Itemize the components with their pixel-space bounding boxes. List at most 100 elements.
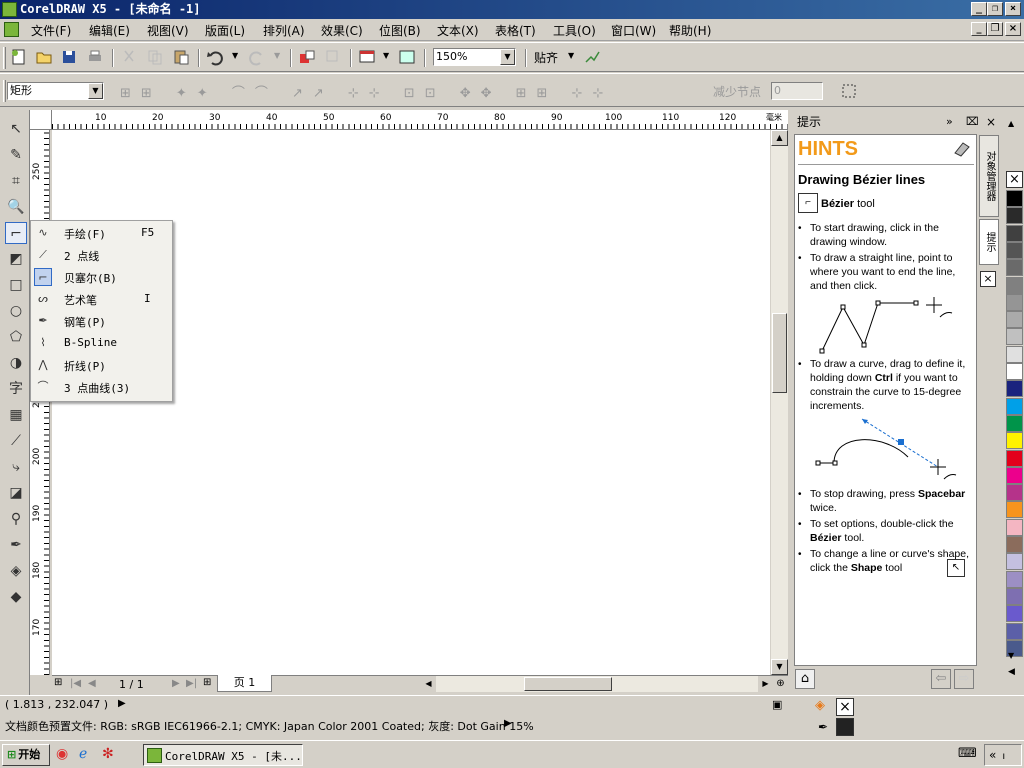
palette-swatch[interactable]: [1006, 414, 1023, 432]
smart-fill-tool-icon[interactable]: ◩: [5, 248, 27, 270]
prev-page-icon[interactable]: ◀: [88, 678, 96, 689]
menu-edit[interactable]: 编辑(E): [89, 22, 130, 39]
palette-swatch[interactable]: [1006, 224, 1023, 242]
fill-tool-icon[interactable]: ◈: [5, 560, 27, 582]
tab-hints[interactable]: 提示: [979, 219, 999, 265]
palette-swatch[interactable]: [1006, 363, 1023, 380]
close-docker-icon[interactable]: ×: [980, 271, 996, 287]
doc-close-button[interactable]: ×: [1005, 22, 1021, 36]
import-icon[interactable]: [298, 48, 316, 66]
docker-collapse-icon[interactable]: ⌧: [966, 112, 979, 132]
crop-tool-icon[interactable]: ⌗: [5, 170, 27, 192]
fill-none-swatch[interactable]: ×: [836, 698, 854, 716]
drawing-canvas[interactable]: [52, 130, 770, 675]
ie-icon[interactable]: ℯ: [79, 746, 87, 762]
new-icon[interactable]: [10, 48, 28, 66]
home-icon[interactable]: ⌂: [795, 669, 815, 689]
menu-view[interactable]: 视图(V): [147, 22, 189, 39]
add-page-after-icon[interactable]: ⊞: [203, 677, 211, 688]
palette-swatch[interactable]: [1006, 605, 1023, 623]
flyout-item-bezier[interactable]: ⌐ 贝塞尔(B): [31, 266, 173, 288]
palette-swatch[interactable]: [1006, 622, 1023, 640]
print-icon[interactable]: [86, 48, 104, 66]
scroll-left-icon[interactable]: ◀: [421, 676, 436, 692]
palette-swatch[interactable]: [1006, 241, 1023, 259]
open-icon[interactable]: [35, 48, 53, 66]
basic-shapes-tool-icon[interactable]: ◑: [5, 352, 27, 374]
palette-swatch[interactable]: [1006, 587, 1023, 605]
object-type-dropdown-icon[interactable]: ▼: [88, 83, 103, 99]
snap-dropdown-icon[interactable]: ▼: [568, 51, 574, 60]
app-quicklaunch-icon[interactable]: ✻: [102, 746, 114, 762]
palette-scroll-up-icon[interactable]: ▲: [1008, 119, 1014, 128]
menu-effects[interactable]: 效果(C): [321, 22, 363, 39]
options-icon[interactable]: [583, 48, 601, 66]
palette-swatch[interactable]: [1006, 207, 1023, 225]
palette-swatch[interactable]: [1006, 570, 1023, 588]
menu-table[interactable]: 表格(T): [495, 22, 536, 39]
flyout-item-two-point-line[interactable]: ⟋ 2 点线: [31, 244, 173, 266]
horizontal-scroll-thumb[interactable]: [524, 677, 612, 691]
rectangle-tool-icon[interactable]: □: [5, 274, 27, 296]
object-type-combo[interactable]: 矩形 ▼: [7, 82, 104, 100]
palette-swatch[interactable]: [1006, 293, 1023, 311]
save-icon[interactable]: [60, 48, 78, 66]
vertical-scrollbar[interactable]: ▲ ▼: [771, 130, 788, 675]
freehand-tool-icon[interactable]: ⌐: [5, 222, 27, 244]
navigator-icon[interactable]: ⊕: [773, 676, 788, 692]
first-page-icon[interactable]: |◀: [70, 678, 81, 689]
cut-icon[interactable]: [120, 48, 138, 66]
welcome-screen-icon[interactable]: [398, 48, 416, 66]
keyboard-tray-icon[interactable]: ⌨: [958, 746, 977, 761]
menu-tools[interactable]: 工具(O): [553, 22, 596, 39]
table-tool-icon[interactable]: ▦: [5, 404, 27, 426]
palette-expand-icon[interactable]: ◀: [1008, 667, 1015, 677]
polygon-tool-icon[interactable]: ⬠: [5, 326, 27, 348]
flyout-item-pen[interactable]: ✒ 钢笔(P): [31, 310, 173, 332]
flyout-item-artistic-media[interactable]: ᔕ 艺术笔 I: [31, 288, 173, 310]
pick-tool-icon[interactable]: ↖: [5, 118, 27, 140]
snap-to-button[interactable]: 贴齐: [534, 49, 558, 66]
chrome-icon[interactable]: ◉: [56, 746, 68, 762]
palette-swatch[interactable]: [1006, 484, 1023, 502]
flyout-item-polyline[interactable]: ⋀ 折线(P): [31, 354, 173, 376]
shape-tool-icon[interactable]: ✎: [5, 144, 27, 166]
minimize-button[interactable]: _: [971, 2, 987, 16]
palette-swatch[interactable]: [1006, 259, 1023, 277]
no-color-swatch[interactable]: ×: [1006, 171, 1023, 188]
redo-dropdown-icon[interactable]: ▼: [274, 51, 280, 60]
horizontal-ruler[interactable]: 10 20 30 40 50 60 70 80 90 100 110 120 毫…: [52, 110, 788, 130]
menu-file[interactable]: 文件(F): [31, 22, 71, 39]
vertical-ruler[interactable]: 250 240 230 220 210 200 190 180 170: [30, 130, 50, 675]
publish-pdf-icon[interactable]: [358, 48, 376, 66]
palette-swatch[interactable]: [1006, 345, 1023, 363]
docker-close-icon[interactable]: ×: [986, 112, 996, 132]
palette-swatch[interactable]: [1006, 518, 1023, 536]
connector-tool-icon[interactable]: ⤷: [5, 456, 27, 478]
palette-swatch[interactable]: [1006, 328, 1023, 346]
toolbar-grip[interactable]: [3, 47, 6, 69]
book-icon[interactable]: [953, 141, 971, 157]
next-page-icon[interactable]: ▶: [172, 678, 180, 689]
taskbar-coreldraw-button[interactable]: CorelDRAW X5 - [未...: [143, 744, 303, 766]
menu-arrange[interactable]: 排列(A): [263, 22, 305, 39]
start-button[interactable]: ⊞ 开始: [2, 744, 50, 766]
back-icon[interactable]: ⇦: [931, 669, 951, 689]
docker-expand-icon[interactable]: »: [946, 112, 953, 132]
paste-icon[interactable]: [172, 48, 190, 66]
palette-swatch[interactable]: [1006, 311, 1023, 329]
copy-icon[interactable]: [146, 48, 164, 66]
ruler-origin[interactable]: [30, 110, 52, 130]
palette-swatch[interactable]: [1006, 466, 1023, 484]
undo-dropdown-icon[interactable]: ▼: [232, 51, 238, 60]
flyout-item-bspline[interactable]: ⌇ B-Spline: [31, 332, 173, 354]
profile-expand-icon[interactable]: ▶: [504, 718, 512, 729]
redo-icon[interactable]: [248, 48, 266, 66]
scroll-down-icon[interactable]: ▼: [771, 659, 788, 675]
reduce-nodes-input[interactable]: 0: [771, 82, 823, 100]
menu-bitmaps[interactable]: 位图(B): [379, 22, 421, 39]
view-toggle-icon[interactable]: ▣: [772, 698, 782, 711]
export-icon[interactable]: [324, 48, 342, 66]
add-page-before-icon[interactable]: ⊞: [54, 677, 62, 688]
menu-text[interactable]: 文本(X): [437, 22, 479, 39]
